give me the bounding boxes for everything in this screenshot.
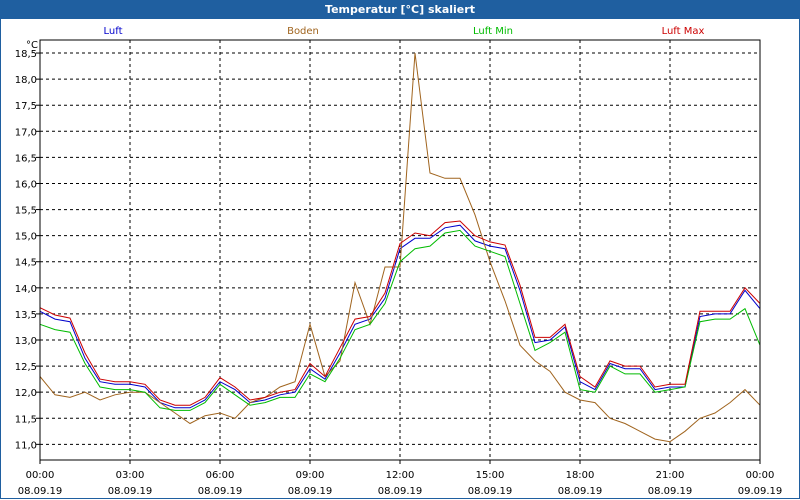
x-tick-date-label: 08.09.19 — [198, 486, 243, 497]
y-tick-label: 14,0 — [15, 284, 37, 295]
y-tick-label: 11,0 — [15, 440, 37, 451]
x-axis-ticks: 00:00 08.09.19 03:00 08.09.19 06:00 08.09.19 0… — [18, 460, 783, 497]
legend-entry-luft-min: Luft Min — [473, 26, 513, 37]
y-tick-label: 18,0 — [15, 75, 37, 86]
y-tick-label: 17,5 — [15, 101, 37, 112]
y-tick-label: 15,0 — [15, 232, 37, 243]
x-tick-time-label: 18:00 — [566, 470, 595, 481]
y-tick-label: 12,5 — [15, 362, 37, 373]
x-tick-time-label: 09:00 — [296, 470, 325, 481]
y-tick-label: 11,5 — [15, 414, 37, 425]
y-tick-label: 15,5 — [15, 206, 37, 217]
y-tick-label: 16,0 — [15, 179, 37, 190]
y-tick-label: 14,5 — [15, 258, 37, 269]
line-chart: Luft Boden Luft Min Luft Max °C 18,518,017,… — [15, 26, 783, 497]
x-tick-time-label: 00:00 — [746, 470, 775, 481]
x-tick-date-label: 08.09.19 — [558, 486, 603, 497]
legend-entry-luft-max: Luft Max — [662, 26, 705, 37]
x-tick-date-label: 08.09.19 — [468, 486, 513, 497]
x-tick-time-label: 06:00 — [206, 470, 235, 481]
legend-entry-luft: Luft — [104, 26, 123, 37]
x-tick-time-label: 12:00 — [386, 470, 415, 481]
x-tick-time-label: 00:00 — [26, 470, 55, 481]
x-tick-date-label: 08.09.19 — [288, 486, 333, 497]
y-tick-label: 13,5 — [15, 310, 37, 321]
legend-entry-boden: Boden — [287, 26, 319, 37]
x-tick-date-label: 08.09.19 — [378, 486, 423, 497]
y-tick-label: 12,0 — [15, 388, 37, 399]
x-tick-date-label: 08.09.19 — [648, 486, 693, 497]
y-tick-label: 13,0 — [15, 336, 37, 347]
y-tick-label: 16,5 — [15, 153, 37, 164]
x-tick-time-label: 15:00 — [476, 470, 505, 481]
x-tick-date-label: 09.09.19 — [738, 486, 783, 497]
x-tick-date-label: 08.09.19 — [108, 486, 153, 497]
legend: Luft Boden Luft Min Luft Max — [104, 26, 705, 37]
y-tick-label: 17,0 — [15, 127, 37, 138]
x-tick-time-label: 03:00 — [116, 470, 145, 481]
y-axis-ticks: 18,5 18,0 17,5 17,0 16,5 16,0 15,5 15,0 14,5 14,0… — [15, 49, 40, 451]
x-tick-date-label: 08.09.19 — [18, 486, 63, 497]
y-tick-label: 18,5 — [15, 49, 37, 60]
x-tick-time-label: 21:00 — [656, 470, 685, 481]
